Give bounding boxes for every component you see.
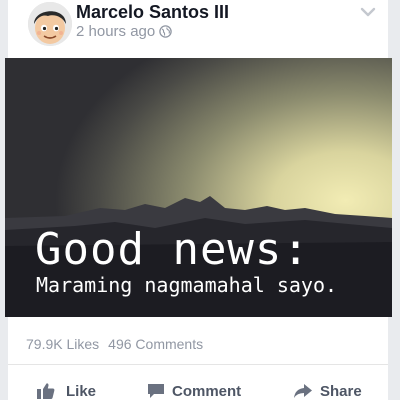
action-bar: Like Comment Share xyxy=(8,370,388,400)
thumbs-up-icon xyxy=(37,383,55,399)
comment-label: Comment xyxy=(172,383,242,400)
likes-count[interactable]: 79.9K Likes xyxy=(26,336,99,352)
globe-icon xyxy=(159,25,172,42)
comments-count[interactable]: 496 Comments xyxy=(108,336,203,352)
speech-bubble-icon xyxy=(148,384,164,398)
post-time-text: 2 hours ago xyxy=(76,23,156,40)
post-stats: 79.9K Likes 496 Comments xyxy=(26,336,203,352)
comment-button[interactable]: Comment xyxy=(146,380,256,400)
image-headline: Good news: xyxy=(35,224,310,275)
post-photo[interactable]: Good news: Maraming nagmamahal sayo. xyxy=(5,58,392,317)
post-card: Marcelo Santos III 2 hours ago Good news… xyxy=(5,0,392,400)
like-label: Like xyxy=(66,383,97,400)
share-arrow-icon xyxy=(294,384,312,398)
post-header: Marcelo Santos III 2 hours ago xyxy=(8,0,388,56)
divider xyxy=(8,364,388,365)
avatar-cartoon-face-icon xyxy=(28,2,72,46)
like-button[interactable]: Like xyxy=(36,380,106,400)
post-timestamp[interactable]: 2 hours ago xyxy=(76,23,172,42)
share-button[interactable]: Share xyxy=(292,380,377,400)
author-name[interactable]: Marcelo Santos III xyxy=(76,2,229,23)
chevron-down-icon[interactable] xyxy=(358,4,378,20)
avatar[interactable] xyxy=(28,2,72,46)
share-label: Share xyxy=(320,383,362,400)
image-subline: Maraming nagmamahal sayo. xyxy=(36,273,338,297)
